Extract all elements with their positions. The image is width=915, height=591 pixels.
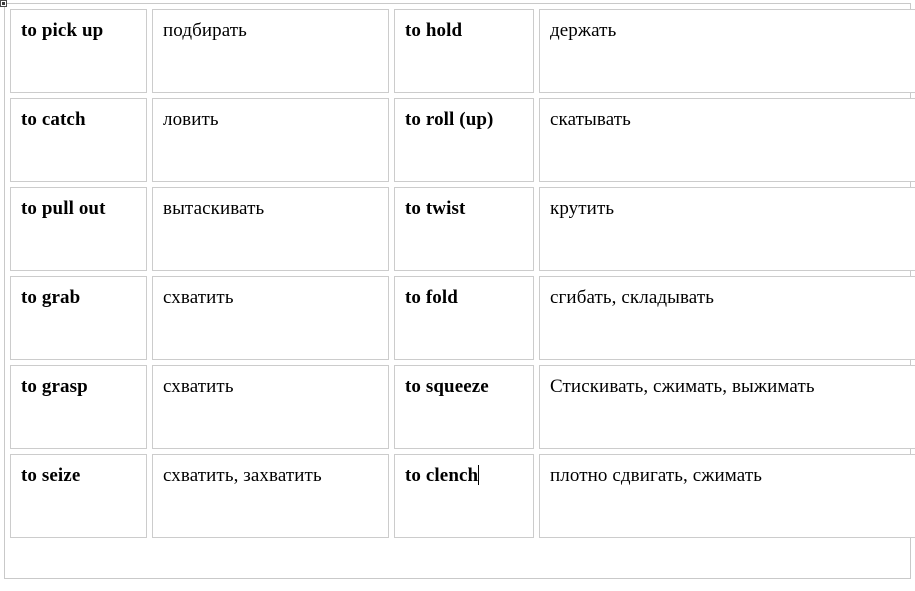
gloss-text: скатывать — [550, 109, 631, 130]
gloss-text: подбирать — [163, 20, 247, 41]
cell-term-left[interactable]: to catch — [10, 98, 147, 182]
gloss-text: Стискивать, сжимать, выжимать — [550, 376, 815, 397]
table-row: to seize схватить, захватить to clench п… — [10, 454, 915, 538]
term-text: to clench — [405, 465, 479, 486]
cell-gloss-left[interactable]: схватить, захватить — [152, 454, 389, 538]
cell-term-left[interactable]: to grasp — [10, 365, 147, 449]
cell-term-left[interactable]: to pick up — [10, 9, 147, 93]
cell-gloss-right[interactable]: держать — [539, 9, 915, 93]
gloss-text: вытаскивать — [163, 198, 265, 219]
cell-term-left[interactable]: to seize — [10, 454, 147, 538]
cell-gloss-right[interactable]: сгибать, складывать — [539, 276, 915, 360]
gloss-text: ловить — [163, 109, 219, 130]
term-text: to twist — [405, 198, 466, 219]
cell-gloss-left[interactable]: вытаскивать — [152, 187, 389, 271]
table-move-handle-icon[interactable] — [0, 0, 7, 7]
term-text: to pull out — [21, 198, 106, 219]
vocabulary-table: to pick up подбирать to hold держать to … — [5, 4, 915, 543]
term-text: to hold — [405, 20, 463, 41]
term-text: to roll (up) — [405, 109, 494, 130]
document-page: to pick up подбирать to hold держать to … — [0, 0, 915, 591]
table-body: to pick up подбирать to hold держать to … — [10, 9, 915, 538]
table-outer-frame: to pick up подбирать to hold держать to … — [4, 3, 915, 579]
term-text: to fold — [405, 287, 458, 308]
cell-term-left[interactable]: to grab — [10, 276, 147, 360]
cell-term-right[interactable]: to fold — [394, 276, 534, 360]
gloss-text: схватить — [163, 376, 234, 397]
gloss-text: плотно сдвигать, сжимать — [550, 465, 762, 486]
cell-term-right[interactable]: to squeeze — [394, 365, 534, 449]
gloss-text: крутить — [550, 198, 615, 219]
term-text: to grab — [21, 287, 81, 308]
cell-gloss-left[interactable]: подбирать — [152, 9, 389, 93]
term-text: to catch — [21, 109, 86, 130]
cell-gloss-right[interactable]: Стискивать, сжимать, выжимать — [539, 365, 915, 449]
table-row: to pull out вытаскивать to twist крутить — [10, 187, 915, 271]
term-text: to grasp — [21, 376, 88, 397]
gloss-text: держать — [550, 20, 617, 41]
cell-gloss-right[interactable]: скатывать — [539, 98, 915, 182]
cell-term-right[interactable]: to roll (up) — [394, 98, 534, 182]
table-row: to grasp схватить to squeeze Стискивать,… — [10, 365, 915, 449]
cell-gloss-left[interactable]: схватить — [152, 276, 389, 360]
table-row: to catch ловить to roll (up) скатывать — [10, 98, 915, 182]
cell-term-left[interactable]: to pull out — [10, 187, 147, 271]
table-row: to pick up подбирать to hold держать — [10, 9, 915, 93]
cell-gloss-right[interactable]: плотно сдвигать, сжимать — [539, 454, 915, 538]
cell-gloss-left[interactable]: ловить — [152, 98, 389, 182]
cell-term-right-active[interactable]: to clench — [394, 454, 534, 538]
table-row: to grab схватить to fold сгибать, склады… — [10, 276, 915, 360]
cell-term-right[interactable]: to twist — [394, 187, 534, 271]
cell-gloss-left[interactable]: схватить — [152, 365, 389, 449]
term-text: to pick up — [21, 20, 104, 41]
gloss-text: схватить, захватить — [163, 465, 322, 486]
term-text: to squeeze — [405, 376, 489, 397]
cell-gloss-right[interactable]: крутить — [539, 187, 915, 271]
gloss-text: сгибать, складывать — [550, 287, 715, 308]
term-text: to seize — [21, 465, 81, 486]
gloss-text: схватить — [163, 287, 234, 308]
text-cursor-caret — [478, 465, 480, 485]
cell-term-right[interactable]: to hold — [394, 9, 534, 93]
